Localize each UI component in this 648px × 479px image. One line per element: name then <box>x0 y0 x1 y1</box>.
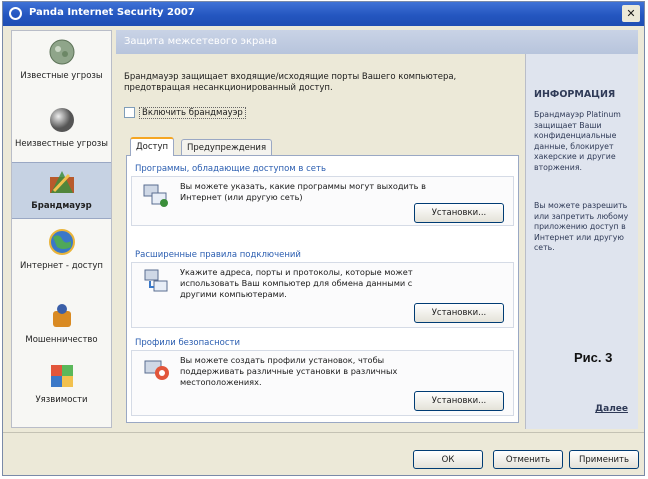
sphere-icon <box>49 108 74 132</box>
sidebar-item-label: Уязвимости <box>35 395 88 405</box>
info-title: ИНФОРМАЦИЯ <box>534 89 616 100</box>
sidebar-item-label: Интернет - доступ <box>20 261 103 271</box>
profiles-settings-button[interactable]: Установки... <box>414 391 504 411</box>
window-title: Panda Internet Security 2007 <box>29 7 195 18</box>
rules-settings-button[interactable]: Установки... <box>414 303 504 323</box>
more-link[interactable]: Далее <box>595 404 628 414</box>
group-text: Вы можете создать профили установок, что… <box>180 355 398 387</box>
info-paragraph-2: Вы можете разрешить или запретить любому… <box>534 201 629 252</box>
info-paragraph-1: Брандмауэр Platinum защищает Ваши конфид… <box>534 110 621 172</box>
security-profiles-group: Профили безопасности Вы можете создать п… <box>131 338 516 416</box>
sidebar-item-label: Брандмауэр <box>31 201 92 211</box>
app-window: Panda Internet Security 2007 ✕ Известные… <box>2 1 645 476</box>
sidebar-item-fraud[interactable]: Мошенничество <box>12 301 111 345</box>
cancel-button[interactable]: Отменить <box>493 450 563 469</box>
close-button[interactable]: ✕ <box>622 5 640 22</box>
programs-settings-button[interactable]: Установки... <box>414 203 504 223</box>
programs-group: Программы, обладающие доступом в сеть Вы… <box>131 164 516 226</box>
panda-logo-icon <box>9 7 22 20</box>
tab-warnings[interactable]: Предупреждения <box>181 139 273 156</box>
footer-divider <box>3 432 644 433</box>
group-title: Программы, обладающие доступом в сеть <box>135 164 326 174</box>
enable-firewall-checkbox[interactable]: Включить брандмауэр <box>124 107 246 119</box>
sidebar-item-known-threats[interactable]: Известные угрозы <box>12 37 111 81</box>
group-box: Укажите адреса, порты и протоколы, котор… <box>131 262 514 328</box>
sidebar-item-label: Известные угрозы <box>20 71 103 81</box>
checkbox-box[interactable] <box>124 107 135 118</box>
group-title: Профили безопасности <box>135 338 240 348</box>
sidebar-item-firewall[interactable]: Брандмауэр <box>12 162 111 219</box>
programs-network-icon <box>143 184 168 207</box>
sidebar-item-label: Мошенничество <box>25 335 98 345</box>
firewall-description: Брандмауэр защищает входящие/исходящие п… <box>124 72 457 93</box>
group-title: Расширенные правила подключений <box>135 250 301 260</box>
group-box: Вы можете указать, какие программы могут… <box>131 176 514 226</box>
group-box: Вы можете создать профили установок, что… <box>131 350 514 416</box>
section-header: Защита межсетевого экрана <box>116 30 638 54</box>
sidebar-item-label: Неизвестные угрозы <box>14 139 109 149</box>
sidebar-nav: Известные угрозы Неизвестные угрозы Бран… <box>11 30 112 428</box>
apply-button[interactable]: Применить <box>569 450 639 469</box>
sidebar-item-unknown-threats[interactable]: Неизвестные угрозы <box>12 105 111 149</box>
group-text: Укажите адреса, порты и протоколы, котор… <box>180 267 413 299</box>
ok-button[interactable]: ОК <box>413 450 483 469</box>
info-panel: ИНФОРМАЦИЯ Брандмауэр Platinum защищает … <box>525 54 638 429</box>
group-text: Вы можете указать, какие программы могут… <box>180 181 426 202</box>
connection-rules-group: Расширенные правила подключений Укажите … <box>131 250 516 328</box>
tab-panel-access: Программы, обладающие доступом в сеть Вы… <box>126 155 519 423</box>
firewall-icon <box>49 171 74 193</box>
enable-firewall-label: Включить брандмауэр <box>139 107 246 119</box>
figure-label: Рис. 3 <box>574 350 613 365</box>
main-panel: Брандмауэр защищает входящие/исходящие п… <box>116 54 523 429</box>
sidebar-item-vulnerabilities[interactable]: Уязвимости <box>12 361 111 405</box>
network-rules-icon <box>144 269 168 292</box>
tab-access[interactable]: Доступ <box>130 137 175 156</box>
fraud-icon <box>52 304 71 327</box>
virus-icon <box>49 39 74 65</box>
security-profile-icon <box>144 360 169 380</box>
sidebar-item-internet-access[interactable]: Интернет - доступ <box>12 227 111 271</box>
vulnerability-icon <box>50 365 73 387</box>
globe-icon <box>48 229 75 255</box>
title-bar[interactable]: Panda Internet Security 2007 ✕ <box>3 2 644 26</box>
